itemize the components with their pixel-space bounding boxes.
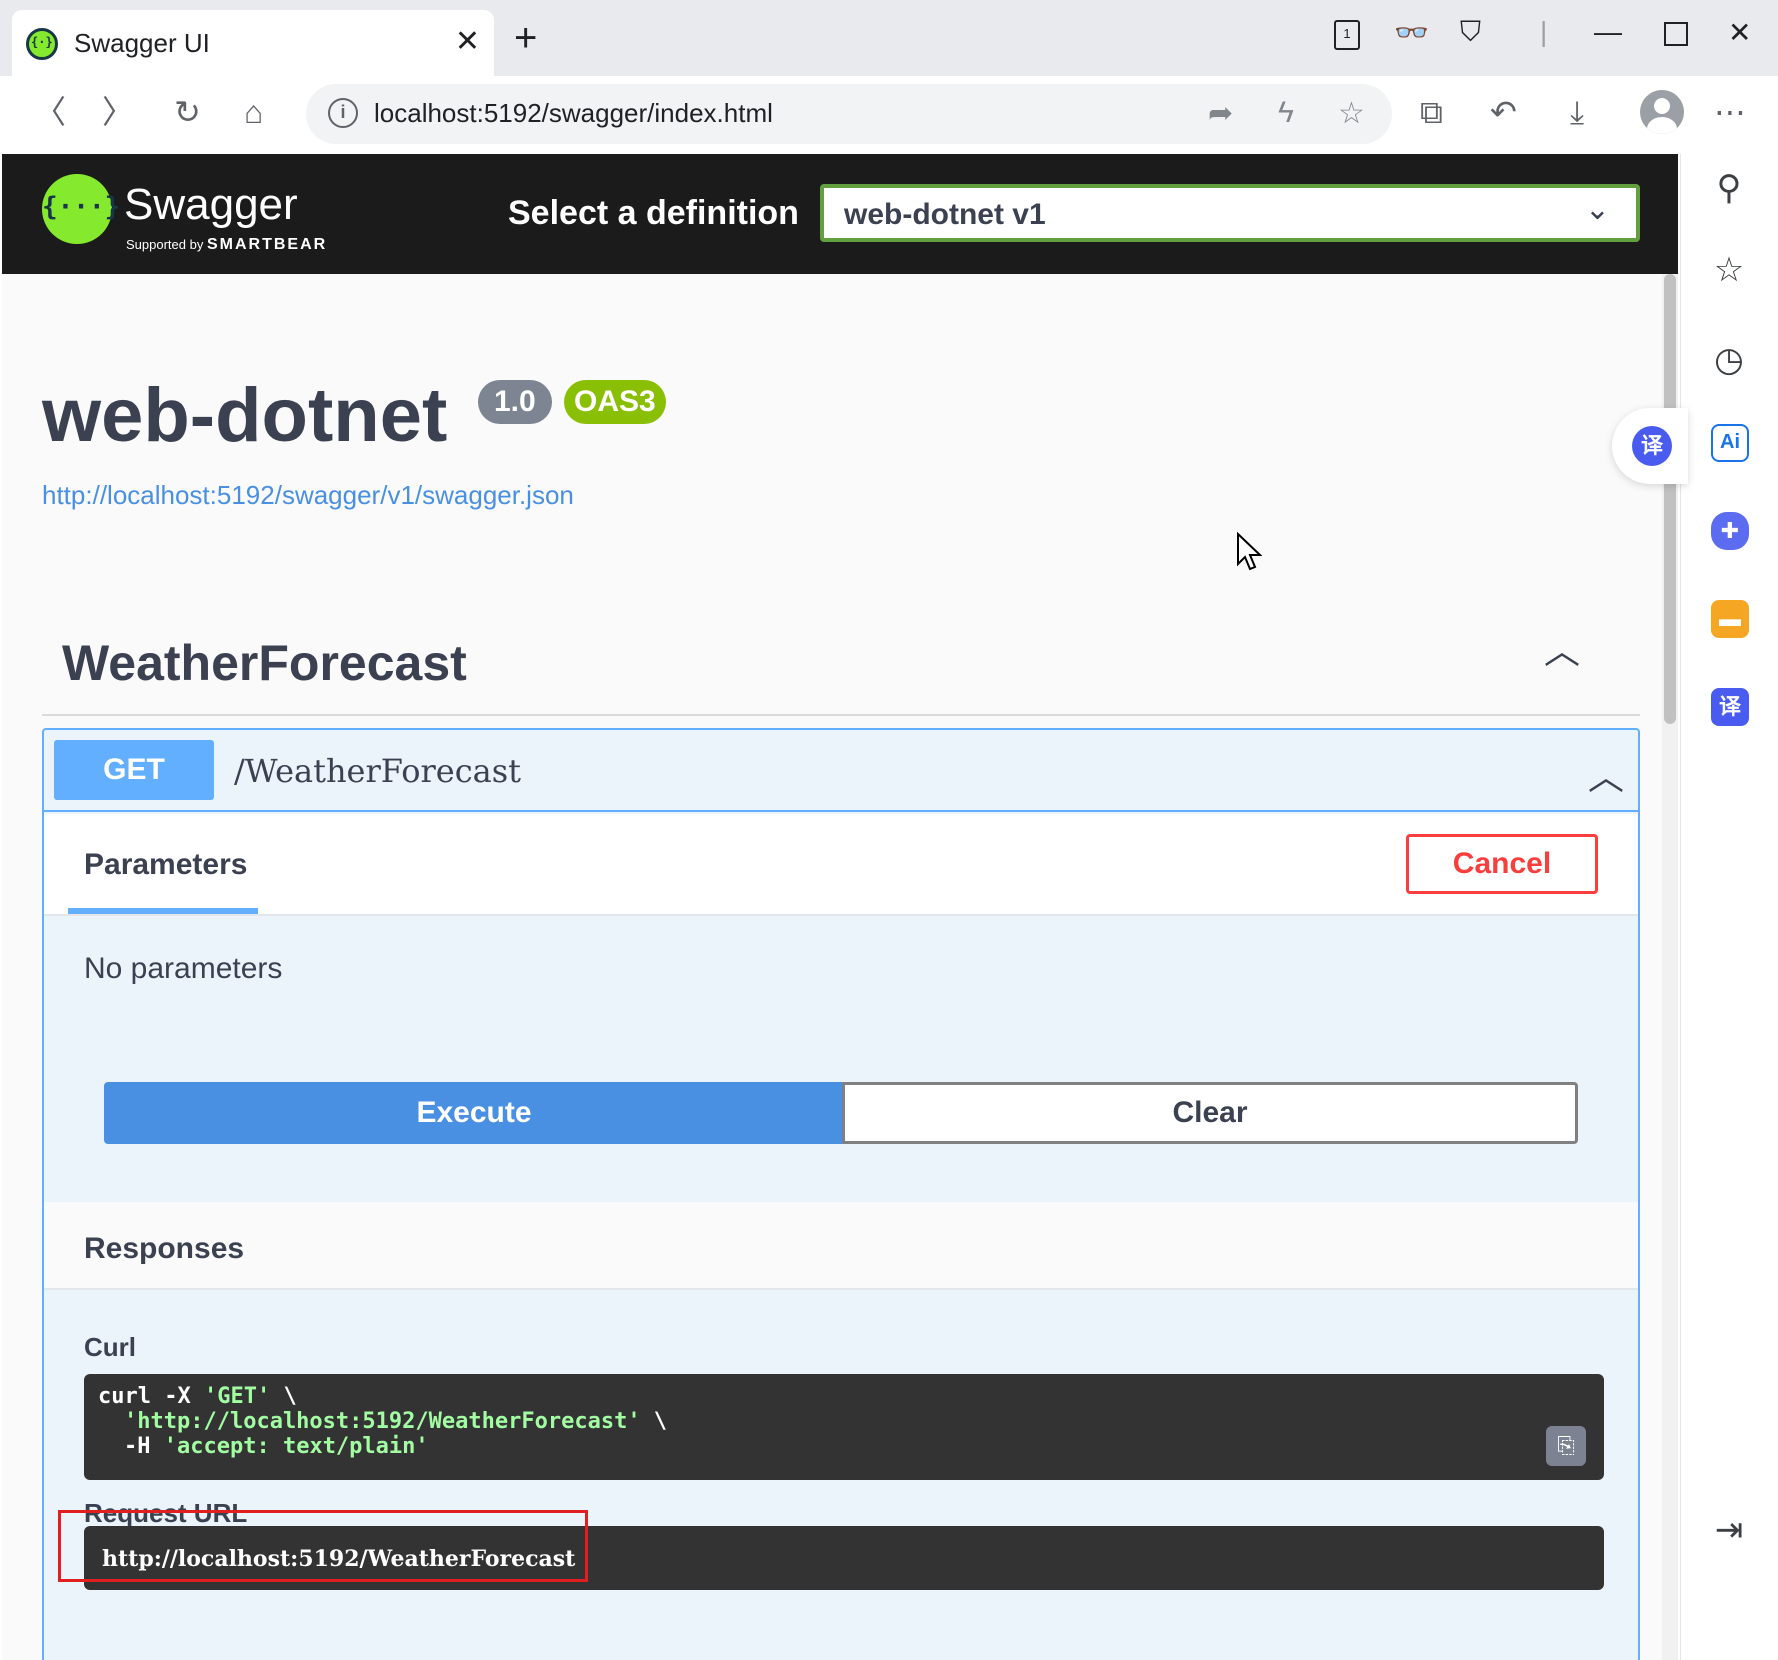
sidebar-favorites-icon[interactable]: ☆ bbox=[1701, 242, 1757, 298]
maximize-icon[interactable] bbox=[1664, 22, 1688, 46]
swagger-brand: Swagger bbox=[124, 180, 298, 229]
cancel-button[interactable]: Cancel bbox=[1406, 834, 1598, 894]
chevron-up-icon[interactable]: ︿ bbox=[1588, 748, 1624, 800]
translate-icon: 译 bbox=[1632, 426, 1672, 466]
incognito-icon[interactable]: 👓 bbox=[1394, 16, 1429, 49]
tag-title[interactable]: WeatherForecast bbox=[62, 634, 467, 692]
download-icon[interactable]: ⤓ bbox=[1570, 92, 1584, 132]
curl-line-3: -H 'accept: text/plain' bbox=[124, 1434, 429, 1459]
undo-icon[interactable]: ↶ bbox=[1490, 92, 1517, 132]
annotation-highlight-box bbox=[58, 1510, 588, 1582]
sidebar-history-icon[interactable]: ◷ bbox=[1701, 332, 1757, 388]
close-tab-icon[interactable]: ✕ bbox=[455, 24, 480, 59]
curl-line-2: 'http://localhost:5192/WeatherForecast' … bbox=[124, 1409, 668, 1434]
sidebar-translate-icon[interactable]: 译 bbox=[1711, 688, 1749, 726]
tab-title: Swagger UI bbox=[74, 28, 210, 58]
swagger-logo-icon[interactable]: {···} bbox=[42, 174, 120, 244]
parameters-header: Parameters Cancel bbox=[44, 814, 1638, 916]
oas-badge: OAS3 bbox=[564, 380, 666, 424]
operation-summary[interactable]: GET /WeatherForecast ︿ bbox=[44, 730, 1638, 812]
sidebar-ai-icon[interactable]: Ai bbox=[1711, 424, 1749, 462]
copy-to-clipboard-icon[interactable]: ⎘ bbox=[1546, 1426, 1586, 1466]
sidebar-game-icon[interactable]: ✚ bbox=[1711, 512, 1749, 550]
scrollbar-thumb[interactable] bbox=[1664, 274, 1676, 724]
tab-actions-icon[interactable]: 1 bbox=[1334, 20, 1360, 50]
curl-line-1: curl -X 'GET' \ bbox=[98, 1384, 297, 1409]
forward-icon[interactable]: 〉 bbox=[102, 92, 134, 132]
operation-block: GET /WeatherForecast ︿ Parameters Cancel… bbox=[42, 728, 1640, 1660]
supported-by: Supported by SMARTBEAR bbox=[126, 236, 328, 253]
version-badge: 1.0 bbox=[478, 380, 552, 424]
select-definition-label: Select a definition bbox=[508, 194, 799, 232]
home-icon[interactable]: ⌂ bbox=[244, 92, 263, 132]
more-menu-icon[interactable]: ⋯ bbox=[1714, 92, 1746, 132]
new-tab-button[interactable]: + bbox=[514, 18, 537, 58]
swagger-favicon-icon bbox=[26, 28, 58, 60]
swagger-topbar: {···} Swagger Supported by SMARTBEAR Sel… bbox=[2, 154, 1678, 274]
separator-icon: | bbox=[1540, 16, 1548, 47]
api-title: web-dotnet bbox=[42, 373, 448, 458]
clear-button[interactable]: Clear bbox=[842, 1082, 1578, 1144]
definition-select[interactable]: web-dotnet v1 ⌄ bbox=[820, 184, 1640, 242]
responses-header: Responses bbox=[44, 1202, 1638, 1290]
browser-sidebar: ⚲ ☆ ◷ Ai ✚ ▬ 译 ⇥ bbox=[1680, 154, 1778, 1660]
reload-icon[interactable]: ↻ bbox=[174, 92, 201, 132]
share-icon[interactable]: ➦ bbox=[1208, 96, 1233, 131]
back-icon[interactable]: 〈 bbox=[34, 92, 66, 132]
bookmark-star-icon[interactable]: ☆ bbox=[1338, 96, 1365, 131]
window-close-icon[interactable]: ✕ bbox=[1728, 16, 1751, 49]
swagger-json-link[interactable]: http://localhost:5192/swagger/v1/swagger… bbox=[42, 480, 574, 511]
extensions-icon[interactable]: ⧉ bbox=[1420, 92, 1443, 132]
chevron-up-icon[interactable]: ︿ bbox=[1544, 622, 1580, 674]
minimize-icon[interactable]: — bbox=[1594, 16, 1622, 48]
no-parameters-text: No parameters bbox=[84, 952, 283, 985]
tab-strip: Swagger UI ✕ + 1 👓 ⛉ | — ✕ bbox=[0, 0, 1778, 76]
address-bar[interactable]: i localhost:5192/swagger/index.html ➦ ϟ … bbox=[306, 84, 1392, 144]
extensions-shirt-icon[interactable]: ⛉ bbox=[1460, 16, 1481, 49]
chevron-down-icon: ⌄ bbox=[1584, 193, 1610, 226]
sidebar-search-icon[interactable]: ⚲ bbox=[1701, 160, 1757, 216]
browser-toolbar: 〈 〉 ↻ ⌂ i localhost:5192/swagger/index.h… bbox=[0, 76, 1778, 154]
sidebar-toolbox-icon[interactable]: ▬ bbox=[1711, 600, 1749, 638]
responses-title: Responses bbox=[84, 1232, 245, 1265]
page-viewport: {···} Swagger Supported by SMARTBEAR Sel… bbox=[2, 154, 1678, 1660]
execute-button[interactable]: Execute bbox=[104, 1082, 844, 1144]
floating-translate-button[interactable]: 译 bbox=[1612, 408, 1688, 484]
definition-select-value: web-dotnet v1 bbox=[844, 198, 1046, 231]
tab-parameters[interactable]: Parameters bbox=[84, 848, 247, 882]
tag-divider bbox=[42, 714, 1640, 716]
execute-wrapper: Execute Clear bbox=[104, 1082, 1578, 1144]
tab-underline bbox=[68, 908, 258, 914]
site-info-icon[interactable]: i bbox=[328, 98, 358, 128]
browser-tab[interactable]: Swagger UI ✕ bbox=[12, 10, 494, 76]
method-badge: GET bbox=[54, 740, 214, 800]
curl-code-block[interactable]: curl -X 'GET' \ 'http://localhost:5192/W… bbox=[84, 1374, 1604, 1480]
curl-label: Curl bbox=[84, 1332, 136, 1362]
mouse-cursor-icon bbox=[1237, 532, 1262, 571]
operation-path: /WeatherForecast bbox=[234, 752, 522, 790]
address-text[interactable]: localhost:5192/swagger/index.html bbox=[374, 98, 773, 129]
profile-avatar-icon[interactable] bbox=[1640, 90, 1684, 134]
sidebar-collapse-icon[interactable]: ⇥ bbox=[1701, 1502, 1757, 1558]
lightning-icon[interactable]: ϟ bbox=[1278, 96, 1294, 130]
